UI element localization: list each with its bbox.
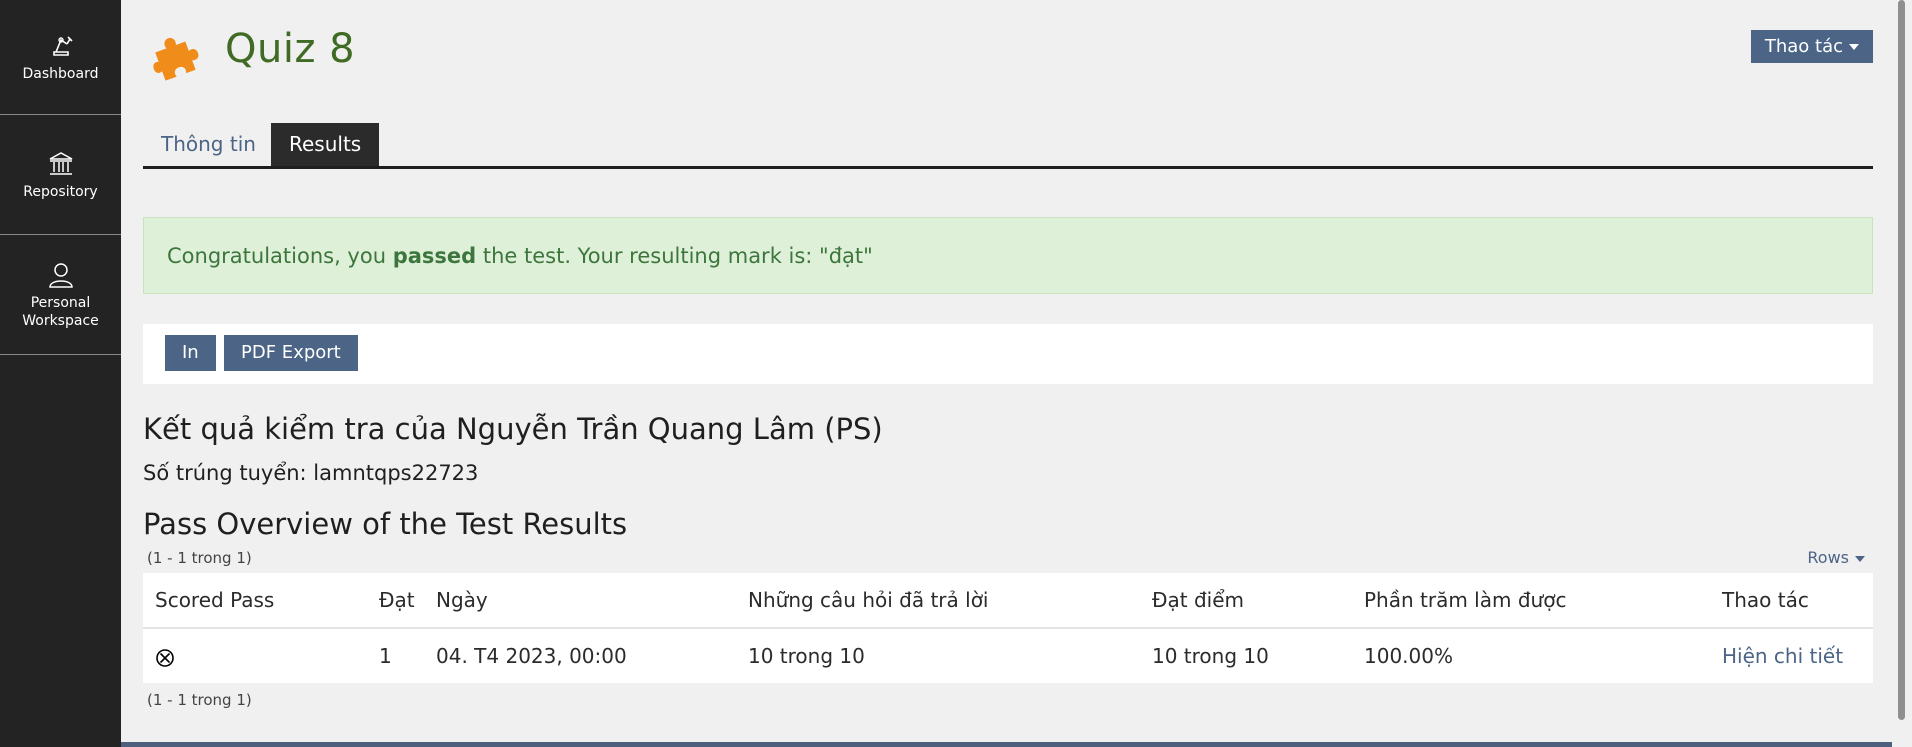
page-title: Quiz 8 — [225, 26, 356, 72]
sidebar-item-repository[interactable]: Repository — [0, 115, 121, 235]
result-heading: Kết quả kiểm tra của Nguyễn Trần Quang L… — [143, 412, 883, 446]
main-content: Quiz 8 Thao tác Thông tin Results Congra… — [143, 0, 1873, 709]
column-header-percent: Phần trăm làm được — [1352, 573, 1710, 629]
alert-suffix: the test. Your resulting mark is: "đạt" — [476, 244, 873, 268]
puzzle-icon — [153, 37, 199, 81]
success-alert: Congratulations, you passed the test. Yo… — [143, 217, 1873, 294]
repository-icon — [49, 151, 72, 175]
rows-label: Rows — [1807, 548, 1849, 567]
vertical-scrollbar[interactable] — [1892, 0, 1912, 747]
column-header-points: Đạt điểm — [1140, 573, 1352, 629]
pdf-export-button[interactable]: PDF Export — [224, 335, 358, 371]
alert-bold: passed — [392, 244, 477, 268]
caret-down-icon — [1855, 555, 1865, 562]
rows-dropdown[interactable]: Rows — [1807, 548, 1865, 567]
pagination-count-top: (1 - 1 trong 1) — [147, 549, 252, 567]
caret-down-icon — [1849, 44, 1859, 50]
table-row: 1 04. T4 2023, 00:00 10 trong 10 10 tron… — [143, 628, 1873, 683]
cell-percent: 100.00% — [1364, 644, 1453, 668]
circled-x-icon — [156, 648, 174, 667]
cell-points: 10 trong 10 — [1152, 644, 1269, 668]
table-header-row: Scored Pass Đạt Ngày Những câu hỏi đã tr… — [143, 573, 1873, 629]
alert-prefix: Congratulations, you — [167, 244, 393, 268]
column-header-scored-pass: Scored Pass — [143, 573, 367, 629]
column-header-date: Ngày — [424, 573, 736, 629]
column-header-pass: Đạt — [367, 573, 424, 629]
tab-results[interactable]: Results — [271, 123, 380, 166]
sidebar-item-label: Repository — [23, 183, 98, 200]
actions-dropdown-button[interactable]: Thao tác — [1750, 30, 1873, 63]
show-details-link[interactable]: Hiện chi tiết — [1722, 644, 1843, 668]
cell-date: 04. T4 2023, 00:00 — [436, 644, 627, 668]
cell-scored-pass — [143, 628, 367, 683]
column-header-answered: Những câu hỏi đã trả lời — [736, 573, 1140, 629]
results-table: Scored Pass Đạt Ngày Những câu hỏi đã tr… — [143, 573, 1873, 683]
sidebar-item-label: Dashboard — [22, 66, 99, 82]
dashboard-icon — [52, 36, 73, 56]
sidebar-item-personal-workspace[interactable]: Personal Workspace — [0, 235, 121, 355]
user-icon — [48, 262, 73, 288]
sidebar: Dashboard Repository Personal Workspace — [0, 0, 121, 747]
print-button[interactable]: In — [165, 335, 216, 371]
tab-bar: Thông tin Results — [143, 123, 1873, 169]
pass-overview-heading: Pass Overview of the Test Results — [143, 507, 628, 541]
pagination-count-bottom: (1 - 1 trong 1) — [147, 691, 252, 709]
toolbar: In PDF Export — [143, 324, 1873, 384]
cell-action: Hiện chi tiết — [1710, 628, 1873, 683]
bottom-border — [121, 742, 1892, 747]
cell-answered: 10 trong 10 — [748, 644, 865, 668]
scrollbar-thumb[interactable] — [1898, 0, 1905, 720]
column-header-actions: Thao tác — [1710, 573, 1873, 629]
cell-pass: 1 — [379, 644, 392, 668]
registration-number: Số trúng tuyển: lamntqps22723 — [143, 461, 479, 485]
actions-label: Thao tác — [1764, 36, 1843, 57]
sidebar-item-label: Personal Workspace — [22, 294, 99, 329]
sidebar-item-dashboard[interactable]: Dashboard — [0, 0, 121, 115]
tab-info[interactable]: Thông tin — [143, 123, 274, 166]
page-header: Quiz 8 Thao tác — [143, 0, 1873, 110]
